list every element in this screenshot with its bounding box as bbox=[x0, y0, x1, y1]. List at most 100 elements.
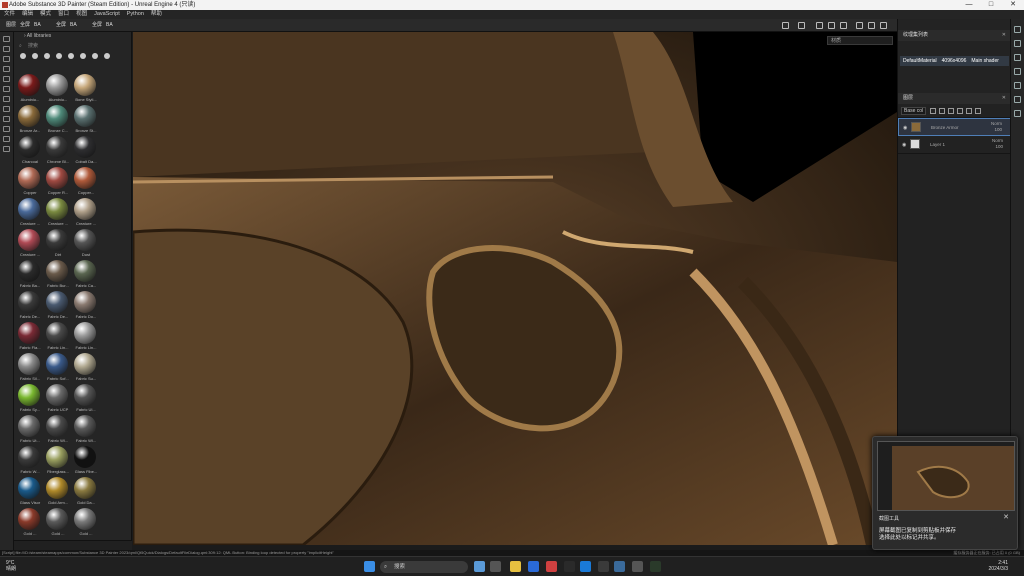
material-thumbnail[interactable]: Aluminiu... bbox=[16, 73, 44, 104]
browser-icon[interactable] bbox=[474, 561, 485, 572]
properties-dock-icon[interactable] bbox=[1014, 40, 1021, 47]
material-thumbnail[interactable]: Bronze St... bbox=[72, 104, 100, 135]
material-thumbnail[interactable]: Gold ... bbox=[16, 507, 44, 538]
shader-settings-icon[interactable] bbox=[1014, 82, 1021, 89]
material-thumbnail[interactable]: Fabric Ut... bbox=[16, 414, 44, 445]
material-thumbnail[interactable]: Glass Visor bbox=[16, 476, 44, 507]
document-icon[interactable] bbox=[3, 146, 10, 152]
grid-view-icon[interactable] bbox=[104, 52, 110, 59]
material-thumbnail[interactable]: Fabric Wl... bbox=[72, 414, 100, 445]
close-icon[interactable]: ✕ bbox=[1002, 30, 1006, 41]
menu-view[interactable]: 视图 bbox=[76, 11, 87, 17]
steam-icon[interactable] bbox=[580, 561, 591, 572]
material-thumbnail[interactable]: Bronze C... bbox=[44, 104, 72, 135]
eraser-tool-icon[interactable] bbox=[3, 46, 10, 52]
material-thumbnail[interactable]: Fabric Sof... bbox=[44, 352, 72, 383]
store-icon[interactable] bbox=[528, 561, 539, 572]
visibility-eye-icon[interactable]: ◉ bbox=[902, 142, 906, 148]
material-thumbnail[interactable]: Bronze Ar... bbox=[16, 104, 44, 135]
bake-icon[interactable] bbox=[3, 116, 10, 122]
toolbar-item[interactable]: 全屏 bbox=[56, 19, 66, 32]
export-icon[interactable] bbox=[3, 126, 10, 132]
toolbar-item[interactable]: BA bbox=[34, 19, 41, 32]
material-thumbnail[interactable]: Fabric W... bbox=[16, 445, 44, 476]
task-view-icon[interactable] bbox=[490, 561, 501, 572]
layer-blend[interactable]: Norm 100 bbox=[992, 138, 1003, 150]
filter-smart-icon[interactable] bbox=[32, 52, 38, 59]
script-icon[interactable] bbox=[3, 136, 10, 142]
filter-procedural-icon[interactable] bbox=[92, 52, 98, 59]
app-icon[interactable] bbox=[614, 561, 625, 572]
material-thumbnail[interactable]: Fabric Su... bbox=[72, 352, 100, 383]
layer-row[interactable]: ◉ Bronze Armor Norm 100 bbox=[898, 118, 1011, 136]
sphere-icon[interactable] bbox=[828, 22, 835, 29]
texture-set-row[interactable]: DefaultMaterial 4096x4096 Main shader bbox=[900, 56, 1009, 66]
material-thumbnail[interactable]: Fabric Lin... bbox=[44, 321, 72, 352]
material-thumbnail[interactable]: Creature ... bbox=[44, 197, 72, 228]
system-clock[interactable]: 2:41 2024/3/3 bbox=[989, 560, 1008, 572]
menu-file[interactable]: 文件 bbox=[4, 11, 15, 17]
snipping-tool-icon[interactable] bbox=[632, 561, 643, 572]
material-thumbnail[interactable]: Fabric UCP bbox=[44, 383, 72, 414]
projection-tool-icon[interactable] bbox=[3, 56, 10, 62]
material-thumbnail[interactable]: Charcoal bbox=[16, 135, 44, 166]
material-thumbnail[interactable]: Gold Arm... bbox=[44, 476, 72, 507]
material-thumbnail[interactable]: Creature ... bbox=[72, 197, 100, 228]
3d-viewport[interactable]: 材质 bbox=[133, 32, 897, 545]
start-icon[interactable] bbox=[364, 561, 375, 572]
smudge-tool-icon[interactable] bbox=[3, 76, 10, 82]
delete-layer-icon[interactable] bbox=[975, 107, 982, 114]
material-thumbnail[interactable]: Fabric De... bbox=[16, 290, 44, 321]
toolbar-item[interactable]: 全屏 bbox=[92, 19, 102, 32]
camera-icon[interactable] bbox=[816, 22, 823, 29]
fx-icon[interactable] bbox=[782, 22, 789, 29]
channel-dropdown[interactable]: Base col bbox=[901, 106, 927, 115]
filter-spheres-icon[interactable] bbox=[56, 52, 62, 59]
clone-tool-icon[interactable] bbox=[3, 86, 10, 92]
material-thumbnail[interactable]: Fabric Ba... bbox=[16, 259, 44, 290]
maximize-button[interactable]: □ bbox=[982, 0, 1000, 10]
material-thumbnail[interactable]: Fabric Ul... bbox=[72, 383, 100, 414]
material-thumbnail[interactable]: Creature ... bbox=[16, 197, 44, 228]
add-folder-icon[interactable] bbox=[966, 107, 973, 114]
file-explorer-icon[interactable] bbox=[510, 561, 521, 572]
pause-icon[interactable] bbox=[798, 22, 805, 29]
material-thumbnail[interactable]: Creature ... bbox=[16, 228, 44, 259]
snipping-notification[interactable]: 截图工具 ✕ 屏幕截图已复制到剪贴板并保存 选择此处以标记并共享。 bbox=[872, 436, 1018, 550]
shelf-header[interactable]: › All libraries bbox=[14, 32, 131, 41]
toolbar-item[interactable]: 图层 bbox=[6, 19, 16, 32]
add-fill-layer-icon[interactable] bbox=[948, 107, 955, 114]
material-thumbnail[interactable]: Fabric Do... bbox=[72, 290, 100, 321]
material-thumbnail[interactable]: Gold Da... bbox=[72, 476, 100, 507]
material-thumbnail[interactable]: Aluminiu... bbox=[44, 73, 72, 104]
material-thumbnail[interactable]: Chrome Bl... bbox=[44, 135, 72, 166]
history-icon[interactable] bbox=[1014, 96, 1021, 103]
app-icon[interactable] bbox=[598, 561, 609, 572]
substance-painter-icon[interactable] bbox=[650, 561, 661, 572]
viewport-mode-dropdown[interactable]: 材质 bbox=[827, 36, 893, 45]
measure-tool-icon[interactable] bbox=[3, 106, 10, 112]
paint-tool-icon[interactable] bbox=[3, 36, 10, 42]
menu-javascript[interactable]: JavaScript bbox=[94, 11, 120, 17]
polygon-fill-icon[interactable] bbox=[3, 66, 10, 72]
material-thumbnail[interactable]: Fabric Sil... bbox=[16, 352, 44, 383]
video-icon[interactable] bbox=[840, 22, 847, 29]
filter-textures-icon[interactable] bbox=[44, 52, 50, 59]
taskbar-search[interactable]: ⌕ 搜索 bbox=[380, 561, 468, 573]
shield-icon[interactable] bbox=[1014, 54, 1021, 61]
add-effect-icon[interactable] bbox=[930, 107, 937, 114]
layers-dock-icon[interactable] bbox=[1014, 26, 1021, 33]
add-mask-icon[interactable] bbox=[939, 107, 946, 114]
log-icon[interactable] bbox=[1014, 110, 1021, 117]
material-thumbnail[interactable]: Dust bbox=[72, 228, 100, 259]
moon-icon[interactable] bbox=[856, 22, 863, 29]
filter-brush-icon[interactable] bbox=[68, 52, 74, 59]
material-thumbnail[interactable]: Dirt bbox=[44, 228, 72, 259]
material-thumbnail[interactable]: Copper... bbox=[72, 166, 100, 197]
material-thumbnail[interactable]: Fabric Bur... bbox=[44, 259, 72, 290]
material-thumbnail[interactable]: Gold ... bbox=[44, 507, 72, 538]
screenshot-preview[interactable] bbox=[877, 441, 1015, 511]
material-thumbnail[interactable]: Glass Fibe... bbox=[72, 445, 100, 476]
material-thumbnail[interactable]: Gold ... bbox=[72, 507, 100, 538]
material-thumbnail[interactable]: Fabric De... bbox=[44, 290, 72, 321]
